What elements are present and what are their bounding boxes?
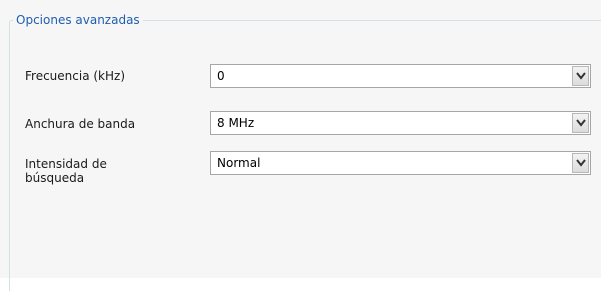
frequency-combobox[interactable]: 0 — [210, 64, 591, 88]
bandwidth-label: Anchura de banda — [25, 117, 136, 131]
chevron-down-icon — [576, 119, 586, 127]
frequency-label: Frecuencia (kHz) — [25, 69, 126, 83]
search-intensity-combobox[interactable]: Normal — [210, 151, 591, 175]
search-intensity-label-line2: búsqueda — [25, 171, 85, 185]
frequency-value: 0 — [217, 69, 225, 83]
search-intensity-value: Normal — [217, 156, 261, 170]
groupbox-title: Opciones avanzadas — [13, 12, 143, 28]
search-intensity-dropdown-button[interactable] — [572, 153, 589, 173]
bandwidth-dropdown-button[interactable] — [572, 113, 589, 133]
bandwidth-combobox[interactable]: 8 MHz — [210, 111, 591, 135]
search-intensity-label: Intensidad de búsqueda — [25, 157, 107, 185]
frequency-dropdown-button[interactable] — [572, 66, 589, 86]
advanced-options-panel: Opciones avanzadas Frecuencia (kHz) 0 An… — [0, 0, 601, 291]
chevron-down-icon — [576, 72, 586, 80]
chevron-down-icon — [576, 159, 586, 167]
search-intensity-label-line1: Intensidad de — [25, 157, 107, 171]
bandwidth-value: 8 MHz — [217, 116, 255, 130]
